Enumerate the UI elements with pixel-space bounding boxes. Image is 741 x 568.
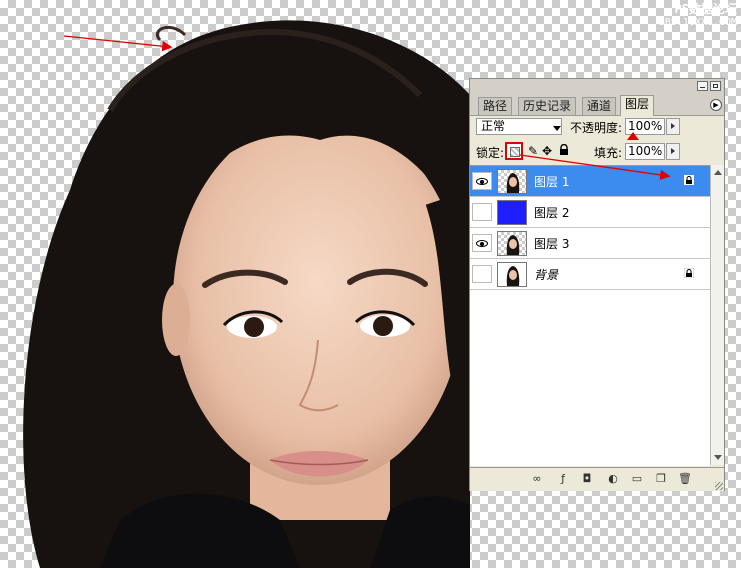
lock-icon xyxy=(684,268,694,278)
lock-image-pixels-icon[interactable]: ✎ xyxy=(528,144,538,158)
eye-icon xyxy=(476,240,488,247)
layer-thumbnail xyxy=(497,231,527,256)
scroll-down-icon[interactable] xyxy=(714,455,722,460)
scroll-up-icon[interactable] xyxy=(714,170,722,175)
tab-channels[interactable]: 通道 xyxy=(582,97,617,115)
watermark: PS数据论坛 BBS.16XX8.COM xyxy=(659,2,737,30)
transparency-lock-icon xyxy=(684,175,694,185)
blend-mode-value: 正常 xyxy=(481,119,506,133)
layer-row[interactable]: 背景 xyxy=(470,259,710,290)
lock-transparent-pixels-icon[interactable] xyxy=(505,142,523,160)
layer-name[interactable]: 图层 1 xyxy=(534,173,569,190)
layer-name[interactable]: 图层 3 xyxy=(534,235,569,252)
group-folder-icon[interactable]: ▭ xyxy=(630,472,644,486)
fx-icon[interactable]: ƒ xyxy=(556,472,570,486)
watermark-line1: PS数据论坛 xyxy=(674,2,737,16)
fill-label: 填充: xyxy=(594,146,623,160)
layer-name[interactable]: 背景 xyxy=(534,266,558,283)
watermark-line2: BBS.16XX8.COM xyxy=(658,17,737,28)
lock-position-icon[interactable]: ✥ xyxy=(542,144,552,158)
layer-name[interactable]: 图层 2 xyxy=(534,204,569,221)
opacity-input[interactable]: 100% xyxy=(625,118,665,135)
lock-label: 锁定: xyxy=(476,146,505,160)
lock-fill-row: 锁定: ✎ ✥ 填充: 100% xyxy=(470,141,724,163)
visibility-toggle[interactable] xyxy=(472,172,492,190)
chevron-down-icon xyxy=(553,126,561,131)
fill-slider-button[interactable] xyxy=(666,143,680,160)
blend-mode-select[interactable]: 正常 xyxy=(476,118,562,135)
tab-history[interactable]: 历史记录 xyxy=(518,97,577,115)
layers-panel: 路径 历史记录 通道 图层 ▶ 正常 不透明度: 100% 锁定: ✎ ✥ 填充… xyxy=(469,78,725,491)
layers-scrollbar[interactable] xyxy=(710,165,724,465)
opacity-slider-button[interactable] xyxy=(666,118,680,135)
visibility-toggle[interactable] xyxy=(472,234,492,252)
layer-row[interactable]: 图层 2 xyxy=(470,197,710,228)
visibility-toggle[interactable] xyxy=(472,203,492,221)
layer-row[interactable]: 图层 1 xyxy=(470,166,710,197)
layers-list: 图层 1 图层 2 图层 3 背景 xyxy=(470,165,710,466)
trash-icon[interactable]: 🗑 xyxy=(678,472,692,486)
panel-titlebar[interactable] xyxy=(470,79,724,95)
layer-row[interactable]: 图层 3 xyxy=(470,228,710,259)
lock-all-icon[interactable] xyxy=(559,144,569,156)
minimize-icon[interactable] xyxy=(697,81,708,91)
layer-thumbnail xyxy=(497,169,527,194)
tab-layers[interactable]: 图层 xyxy=(620,95,655,116)
portrait-thumbnail-icon xyxy=(506,235,520,255)
panel-tabs: 路径 历史记录 通道 图层 ▶ xyxy=(470,95,724,116)
mask-icon[interactable]: ◘ xyxy=(580,472,594,486)
collapse-icon[interactable] xyxy=(710,81,721,91)
link-icon[interactable]: ∞ xyxy=(530,472,544,486)
tab-paths[interactable]: 路径 xyxy=(478,97,513,115)
resize-grip-icon[interactable] xyxy=(715,482,723,490)
visibility-toggle[interactable] xyxy=(472,265,492,283)
panel-bottom-toolbar: ∞ ƒ ◘ ◐ ▭ ❐ 🗑 xyxy=(470,467,724,491)
eye-icon xyxy=(476,178,488,185)
layer-thumbnail xyxy=(497,262,527,287)
new-layer-icon[interactable]: ❐ xyxy=(654,472,668,486)
portrait-thumbnail-icon xyxy=(506,266,520,286)
fill-input[interactable]: 100% xyxy=(625,143,665,160)
portrait-thumbnail-icon xyxy=(506,173,520,193)
opacity-label: 不透明度: xyxy=(570,121,623,135)
blend-opacity-row: 正常 不透明度: 100% xyxy=(470,116,724,138)
panel-menu-icon[interactable]: ▶ xyxy=(710,99,722,111)
adjustment-icon[interactable]: ◐ xyxy=(606,472,620,486)
layer-thumbnail xyxy=(497,200,527,225)
